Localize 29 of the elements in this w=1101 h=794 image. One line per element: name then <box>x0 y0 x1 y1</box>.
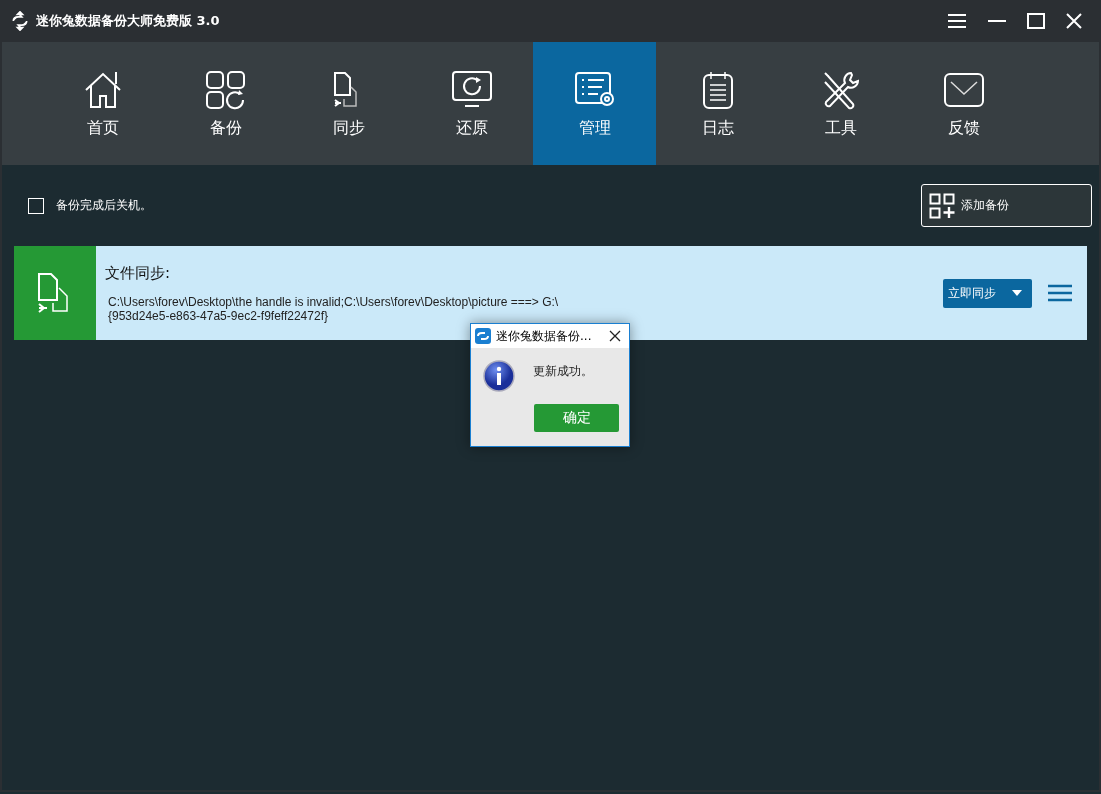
task-title: 文件同步: <box>105 264 172 283</box>
window-title: 迷你兔数据备份大师免费版 3.0 <box>36 12 220 30</box>
nav-tab[interactable]: 反馈 <box>902 42 1025 165</box>
task-path: C:\Users\forev\Desktop\the handle is invalid;C:\Users\forev\Desktop\picture ===> G:\{953d24e5-e863-47a5-9ec2-f9feff22472f} <box>107 295 560 323</box>
info-icon <box>483 360 515 392</box>
nav-tab[interactable]: 日志 <box>656 42 779 165</box>
envelope-icon <box>942 72 985 108</box>
add-grid-icon <box>929 192 955 219</box>
grid-icon <box>204 70 247 110</box>
caret-icon <box>1012 290 1022 296</box>
nav-tab[interactable]: 管理 <box>533 42 656 165</box>
app-logo-icon <box>10 11 30 31</box>
checkbox-label: 备份完成后关机。 <box>56 197 152 214</box>
close-icon[interactable] <box>609 330 621 342</box>
dialog-message: 更新成功。 <box>533 363 593 380</box>
checkbox[interactable] <box>28 197 44 214</box>
nav-tab[interactable]: 工具 <box>779 42 902 165</box>
app-logo-icon <box>475 328 491 344</box>
nav-tab[interactable]: 同步 <box>287 42 410 165</box>
nav-tab[interactable]: 首页 <box>41 42 164 165</box>
monitor-icon <box>450 70 493 110</box>
nav-tab[interactable]: 备份 <box>164 42 287 165</box>
add-backup-button[interactable]: 添加备份 <box>921 184 1092 227</box>
ok-button[interactable]: 确定 <box>534 404 619 432</box>
sync-now-button[interactable]: 立即同步 <box>943 278 1032 308</box>
maximize-icon[interactable] <box>1027 13 1045 29</box>
dialog-title: 迷你兔数据备份... <box>496 327 592 345</box>
notepad-icon <box>700 70 735 110</box>
nav-tab[interactable]: 还原 <box>410 42 533 165</box>
